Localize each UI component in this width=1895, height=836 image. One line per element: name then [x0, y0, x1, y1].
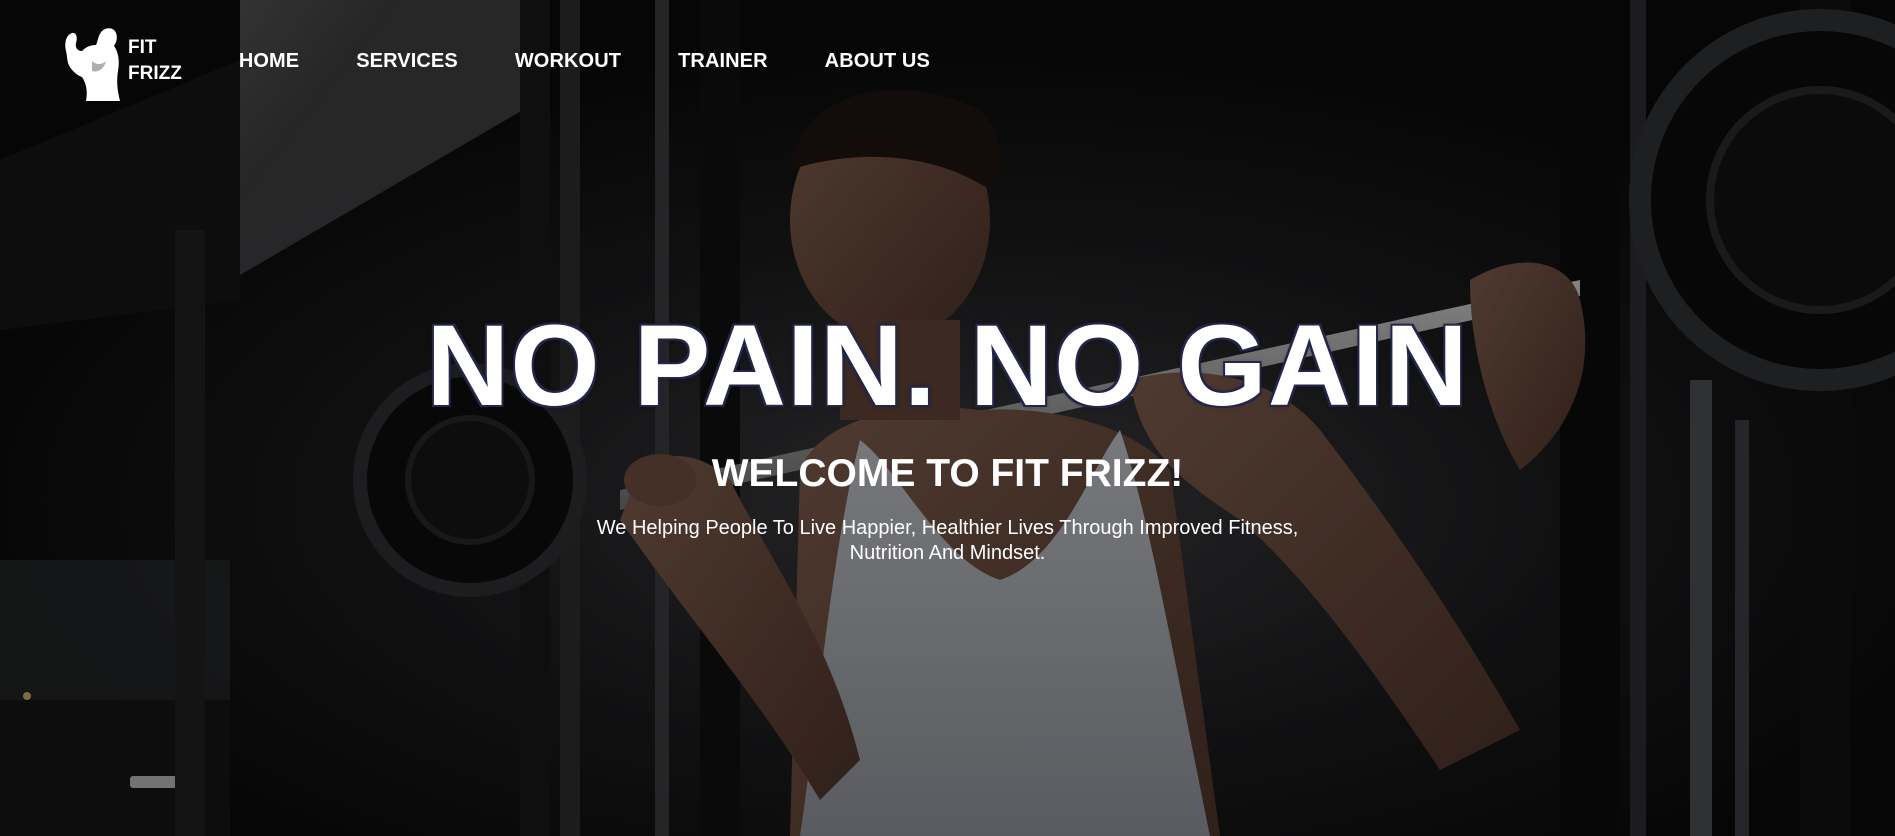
hero-tagline: We Helping People To Live Happier, Healt…: [596, 517, 1299, 564]
brand-logo-link[interactable]: FIT FRIZZ: [58, 21, 182, 101]
nav-home[interactable]: HOME: [239, 50, 299, 73]
main-navigation: FIT FRIZZ HOME SERVICES WORKOUT TRAINER …: [58, 20, 987, 102]
nav-services[interactable]: SERVICES: [356, 50, 458, 73]
hero-subhead: WELCOME TO FIT FRIZZ!: [711, 452, 1184, 495]
nav-about-us[interactable]: ABOUT US: [825, 50, 930, 73]
hero-copy: NO PAIN. NO GAIN WELCOME TO FIT FRIZZ! W…: [0, 308, 1895, 566]
brand-name-line2: FRIZZ: [128, 63, 182, 84]
hero-section: FIT FRIZZ HOME SERVICES WORKOUT TRAINER …: [0, 0, 1895, 836]
nav-trainer[interactable]: TRAINER: [678, 50, 768, 73]
nav-links: HOME SERVICES WORKOUT TRAINER ABOUT US: [239, 50, 987, 73]
hero-headline: NO PAIN. NO GAIN: [426, 302, 1469, 430]
nav-workout[interactable]: WORKOUT: [515, 50, 621, 73]
flexing-bodybuilder-icon: [65, 28, 120, 101]
brand-name-line1: FIT: [128, 37, 157, 58]
brand-name: FIT FRIZZ: [128, 35, 182, 87]
